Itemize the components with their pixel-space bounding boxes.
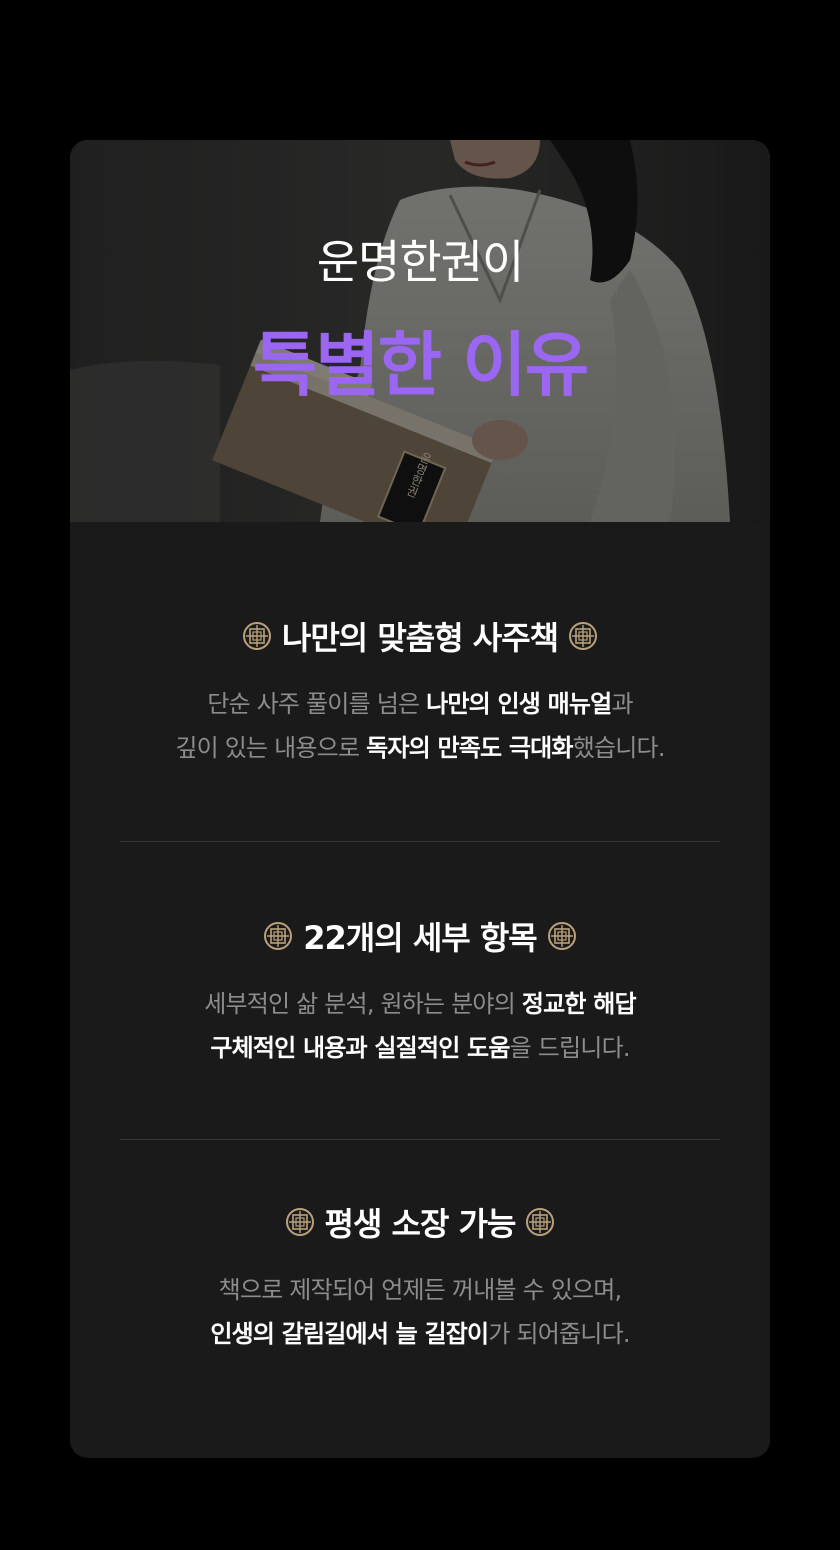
- ornament-icon: [526, 1208, 555, 1236]
- section-divider: [120, 841, 720, 842]
- section-description: 세부적인 삶 분석, 원하는 분야의 정교한 해답 구체적인 내용과 실질적인 …: [70, 982, 770, 1070]
- description-text: 했습니다.: [572, 734, 666, 762]
- feature-section-1: 나만의 맞춤형 사주책 단순 사주 풀이를 넘은 나만의 인생 매뉴얼과 깊이 …: [70, 612, 770, 770]
- ornament-icon: [264, 922, 293, 950]
- description-text: 을 드립니다.: [509, 1034, 631, 1062]
- ornament-icon: [242, 622, 271, 650]
- ornament-icon: [569, 622, 598, 650]
- description-text: 과: [611, 690, 633, 718]
- section-header: 나만의 맞춤형 사주책: [70, 612, 770, 660]
- description-text: 가 되어줍니다.: [488, 1320, 630, 1348]
- section-title: 22개의 세부 항목: [303, 919, 537, 957]
- feature-card: 운명한권 운명한권이 특별한 이유 나만의 맞춤형 사주책 단순 사주 풀이를 …: [70, 140, 770, 1458]
- description-line: 인생의 갈림길에서 늘 길잡이가 되어줍니다.: [70, 1312, 770, 1356]
- section-divider: [120, 1139, 720, 1140]
- ornament-icon: [547, 922, 576, 950]
- description-text: 단순 사주 풀이를 넘은: [207, 690, 427, 718]
- section-title: 나만의 맞춤형 사주책: [281, 619, 559, 657]
- description-line: 깊이 있는 내용으로 독자의 만족도 극대화했습니다.: [70, 726, 770, 770]
- description-highlight: 나만의 인생 매뉴얼: [426, 690, 612, 718]
- description-highlight: 정교한 해답: [521, 990, 637, 1018]
- hero-title-line2: 특별한 이유: [252, 324, 589, 406]
- section-header: 22개의 세부 항목: [70, 912, 770, 960]
- feature-section-3: 평생 소장 가능 책으로 제작되어 언제든 꺼내볼 수 있으며, 인생의 갈림길…: [70, 1198, 770, 1356]
- description-line: 책으로 제작되어 언제든 꺼내볼 수 있으며,: [70, 1268, 770, 1312]
- ornament-icon: [285, 1208, 314, 1236]
- feature-section-2: 22개의 세부 항목 세부적인 삶 분석, 원하는 분야의 정교한 해답 구체적…: [70, 912, 770, 1070]
- description-text: 책으로 제작되어 언제든 꺼내볼 수 있으며,: [218, 1276, 623, 1304]
- description-highlight: 구체적인 내용과 실질적인 도움: [210, 1034, 510, 1062]
- section-header: 평생 소장 가능: [70, 1198, 770, 1246]
- description-text: 세부적인 삶 분석, 원하는 분야의: [204, 990, 522, 1018]
- section-description: 단순 사주 풀이를 넘은 나만의 인생 매뉴얼과 깊이 있는 내용으로 독자의 …: [70, 682, 770, 770]
- description-line: 단순 사주 풀이를 넘은 나만의 인생 매뉴얼과: [70, 682, 770, 726]
- description-highlight: 인생의 갈림길에서 늘 길잡이: [210, 1320, 489, 1348]
- hero-banner: 운명한권 운명한권이 특별한 이유: [70, 140, 770, 522]
- section-title: 평생 소장 가능: [324, 1205, 517, 1243]
- section-description: 책으로 제작되어 언제든 꺼내볼 수 있으며, 인생의 갈림길에서 늘 길잡이가…: [70, 1268, 770, 1356]
- description-line: 구체적인 내용과 실질적인 도움을 드립니다.: [70, 1026, 770, 1070]
- description-highlight: 독자의 만족도 극대화: [366, 734, 573, 762]
- hero-title-line1: 운명한권이: [316, 235, 525, 289]
- description-line: 세부적인 삶 분석, 원하는 분야의 정교한 해답: [70, 982, 770, 1026]
- description-text: 깊이 있는 내용으로: [175, 734, 367, 762]
